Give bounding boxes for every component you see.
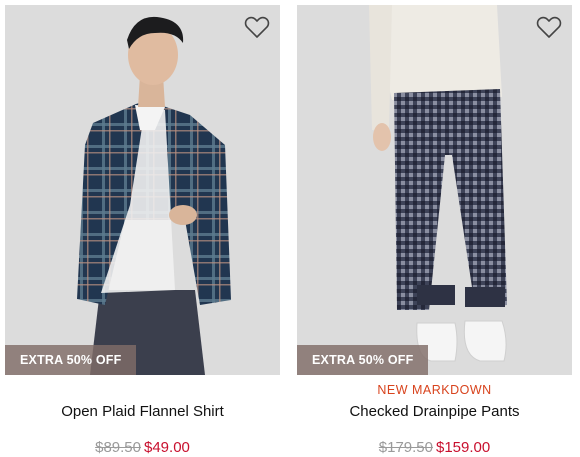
original-price: $89.50 (95, 439, 141, 456)
promo-badge: EXTRA 50% OFF (297, 345, 429, 375)
markdown-tag: NEW MARKDOWN (377, 383, 492, 397)
product-card[interactable]: EXTRA 50% OFF NEW MARKDOWN Checked Drain… (297, 5, 572, 457)
wishlist-heart-icon[interactable] (244, 15, 270, 39)
sale-price: $159.00 (436, 439, 491, 456)
product-image[interactable]: EXTRA 50% OFF (297, 5, 572, 375)
original-price: $179.50 (378, 439, 433, 456)
product-name[interactable]: Checked Drainpipe Pants (297, 403, 572, 420)
price-block: $179.50 $159.00 (297, 439, 572, 456)
sale-price: $49.00 (144, 439, 190, 456)
price-block: $89.50 $49.00 (5, 439, 280, 456)
product-card[interactable]: EXTRA 50% OFF Open Plaid Flannel Shirt $… (5, 5, 280, 457)
product-image[interactable]: EXTRA 50% OFF (5, 5, 280, 375)
wishlist-heart-icon[interactable] (536, 15, 562, 39)
flannel-shirt-photo (5, 5, 280, 375)
drainpipe-pants-photo (297, 5, 572, 375)
product-name[interactable]: Open Plaid Flannel Shirt (5, 403, 280, 420)
promo-badge: EXTRA 50% OFF (5, 345, 137, 375)
